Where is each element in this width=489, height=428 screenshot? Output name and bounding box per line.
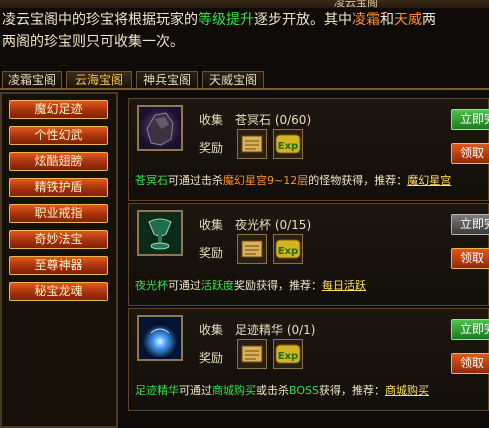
collection-card: 收集 夜光杯 (0/15) 奖励 Exp 立即完 领取 夜光杯可通过活跃度奖励获… [128,203,489,306]
hint-text: 获得，推荐： [318,384,385,397]
desc-highlight-tianwei: 天威 [394,12,422,28]
blue-essence-icon[interactable] [137,315,183,361]
tab-bar: 凌霜宝阁 云海宝阁 神兵宝阁 天威宝阁 [0,68,489,90]
collect-item-progress: 夜光杯 (0/15) [235,218,312,232]
sidebar-item-ring[interactable]: 职业戒指 [9,204,108,223]
claim-button[interactable]: 领取 [451,353,489,374]
sidebar-item-wings[interactable]: 炫酷翅膀 [9,152,108,171]
hint-text: 可通过 [179,384,212,397]
sidebar-item-unique-weapon[interactable]: 个性幻武 [9,126,108,145]
description: 凌云宝阁中的珍宝将根据玩家的等级提升逐步开放。其中凌霜和天威两 两阁的珍宝则只可… [0,9,489,57]
skill-book-icon[interactable] [237,234,267,264]
window-title: 凌云宝阁 [334,0,378,8]
description-line-1: 凌云宝阁中的珍宝将根据玩家的等级提升逐步开放。其中凌霜和天威两 [0,9,489,31]
collection-card: 收集 足迹精华 (0/1) 奖励 Exp 立即完 领取 足迹精华可通过商城购买或… [128,308,489,411]
desc-text: 和 [380,12,394,28]
claim-button[interactable]: 领取 [451,248,489,269]
complete-now-button[interactable]: 立即完 [451,214,489,235]
hint-text: 可通过 [168,279,201,292]
desc-text: 两 [422,12,436,28]
tab-lingshuang[interactable]: 凌霜宝阁 [2,71,62,88]
source-hint: 足迹精华可通过商城购买或击杀BOSS获得，推荐：商城购买 [135,382,429,398]
collect-label: 收集 [199,218,224,232]
sidebar-item-artifact[interactable]: 至尊神器 [9,256,108,275]
collect-label: 收集 [199,323,224,337]
desc-highlight-level: 等级提升 [198,12,254,28]
hint-location: 商城购买 [212,384,256,397]
desc-highlight-lingshuang: 凌霜 [352,12,380,28]
collection-card: 收集 苍冥石 (0/60) 奖励 Exp 立即完 领取 苍冥石可通过击杀魔幻星宫… [128,98,489,201]
description-line-2: 两阁的珍宝则只可收集一次。 [2,34,184,50]
exp-icon[interactable]: Exp [273,339,303,369]
sidebar-item-magic-footprint[interactable]: 魔幻足迹 [9,100,108,119]
sidebar-item-dragon-soul[interactable]: 秘宝龙魂 [9,282,108,301]
recommend-link[interactable]: 魔幻星宫 [407,174,451,187]
collect-label: 收集 [199,113,224,127]
hint-text: 的怪物获得，推荐： [308,174,408,187]
category-sidebar: 魔幻足迹 个性幻武 炫酷翅膀 精铁护盾 职业戒指 奇妙法宝 至尊神器 秘宝龙魂 [0,92,118,428]
source-hint: 夜光杯可通过活跃度奖励获得，推荐：每日活跃 [135,277,366,293]
desc-text: 逐步开放。其中 [254,12,352,28]
skill-book-icon[interactable] [237,339,267,369]
tab-shenbing[interactable]: 神兵宝阁 [136,71,198,88]
collection-panel: 收集 苍冥石 (0/60) 奖励 Exp 立即完 领取 苍冥石可通过击杀魔幻星宫… [124,92,489,428]
hint-text: 或击杀 [256,384,289,397]
hint-text: 奖励获得，推荐： [234,279,322,292]
svg-text:Exp: Exp [278,246,298,257]
dark-stone-icon[interactable] [137,105,183,151]
exp-icon[interactable]: Exp [273,129,303,159]
window-titlebar: 凌云宝阁 [0,0,489,8]
recommend-link[interactable]: 商城购买 [385,384,429,397]
hint-item: 夜光杯 [135,279,168,292]
complete-now-button[interactable]: 立即完 [451,319,489,340]
sidebar-item-treasure[interactable]: 奇妙法宝 [9,230,108,249]
collect-item-progress: 足迹精华 (0/1) [235,323,316,337]
source-hint: 苍冥石可通过击杀魔幻星宫9~12层的怪物获得，推荐：魔幻星宫 [135,172,451,188]
skill-book-icon[interactable] [237,129,267,159]
tab-tianwei[interactable]: 天威宝阁 [202,71,264,88]
claim-button[interactable]: 领取 [451,143,489,164]
tab-yunhai[interactable]: 云海宝阁 [66,71,132,88]
hint-item: 足迹精华 [135,384,179,397]
hint-location: 活跃度 [201,279,234,292]
reward-label: 奖励 [199,141,224,155]
hint-item: 苍冥石 [135,174,168,187]
hint-text: 可通过击杀 [168,174,223,187]
reward-label: 奖励 [199,351,224,365]
sidebar-item-shield[interactable]: 精铁护盾 [9,178,108,197]
complete-now-button[interactable]: 立即完 [451,109,489,130]
svg-text:Exp: Exp [278,141,298,152]
svg-text:Exp: Exp [278,351,298,362]
reward-label: 奖励 [199,246,224,260]
collect-item-progress: 苍冥石 (0/60) [235,113,312,127]
exp-icon[interactable]: Exp [273,234,303,264]
hint-location-boss: BOSS [289,384,319,397]
desc-text: 凌云宝阁中的珍宝将根据玩家的 [2,12,198,28]
recommend-link[interactable]: 每日活跃 [322,279,366,292]
glowing-cup-icon[interactable] [137,210,183,256]
hint-location: 魔幻星宫9~12层 [223,174,309,187]
